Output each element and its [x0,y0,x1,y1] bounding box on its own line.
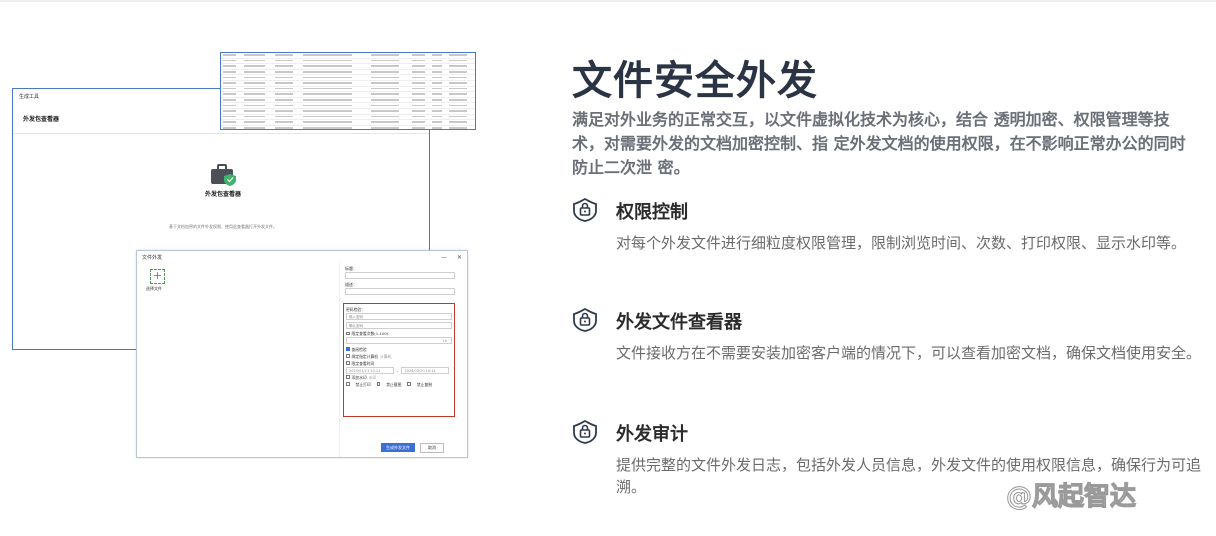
generate-file-button[interactable]: 生成外发文件 [381,443,415,452]
permission-panel: 密码检验： 输入密码 确认密码 限定查看次数(1-100) 10 查阅检验 绑定… [343,303,455,417]
send-dialog-title: 文件外发 [142,254,163,261]
page-title: 文件安全外发 [572,58,818,104]
table-row [221,108,475,115]
shield-lock-icon [572,307,598,332]
table-row [221,86,475,93]
table-row [221,63,475,70]
table-row [221,97,475,104]
no-screenshot-label: 禁止截图 [386,381,402,387]
shield-lock-icon [572,197,598,222]
start-time-input[interactable]: 2024/01/11 10:11 [346,366,394,374]
feature-desc: 对每个外发文件进行细粒度权限管理，限制浏览时间、次数、打印权限、显示水印等。 [616,234,1187,252]
check-after-open-checkbox[interactable] [346,347,350,351]
pwd-check-label: 密码检验： [346,307,365,312]
send-dialog: 文件外发 — ✕ + 选择文件 标题： 描述： 密码检验： 输入密码 确认密码 限… [136,250,468,458]
table-row [221,102,475,109]
no-print-checkbox[interactable] [346,382,350,386]
watermark: @风起智达 [1005,476,1137,513]
table-row [221,69,475,76]
check-after-open-label: 查阅检验 [351,346,367,352]
feature-title: 权限控制 [616,202,688,223]
views-count-input[interactable]: 10 [346,337,452,344]
feature-title: 外发审计 [616,424,688,445]
select-file-label: 选择文件 [146,286,162,291]
plus-icon: + [152,269,163,282]
table-row [221,80,475,87]
machine-hint: 计算机 [380,353,392,359]
desc-input[interactable] [345,288,455,295]
title-input[interactable] [345,272,455,279]
table-row [221,125,475,129]
no-print-label: 禁止打印 [355,381,371,387]
briefcase-shield-icon [208,163,238,191]
shield-lock-icon [572,419,598,444]
range-separator: - [397,367,399,373]
page-intro: 满足对外业务的正常交互，以文件虚拟化技术为核心，结合 透明加密、权限管理等技术，… [572,110,1186,177]
watermark-label: 添加水印 [351,374,367,380]
title-label: 标题： [345,266,357,271]
table-row [221,119,475,126]
table-row [221,114,475,121]
close-icon[interactable]: ✕ [457,254,462,261]
minimize-icon[interactable]: — [441,254,447,261]
bind-machine-label: 绑定指定计算机 [351,353,379,359]
send-dialog-titlebar: 文件外发 — ✕ [137,251,467,263]
table-row [221,58,475,65]
end-time-input[interactable]: 2024/03/20 10:11 [401,366,450,374]
tool-center-desc: 基于文档加密的文件外发权限、使用此查看器打开外发文件。 [169,224,277,229]
no-copy-checkbox[interactable] [407,382,411,386]
add-file-button[interactable]: + [150,269,165,284]
tool-center-title: 外发包查看器 [204,191,241,198]
no-screenshot-checkbox[interactable] [376,382,381,386]
feature-title: 外发文件查看器 [616,312,742,333]
table-row [221,91,475,98]
table-row [221,53,475,59]
dialog-buttons: 生成外发文件 取消 [381,443,444,453]
log-table [221,53,475,129]
watermark-hint: 水印 [368,374,377,380]
send-form: 标题： 描述： [345,265,455,297]
cancel-button[interactable]: 取消 [420,443,444,453]
top-divider [0,0,1216,2]
limit-time-checkbox[interactable] [346,361,350,365]
limit-views-label: 限定查看次数(1-100) [351,331,389,336]
feature-desc: 文件接收方在不需要安装加密客户端的情况下，可以查看加密文档，确保文档使用安全。 [616,344,1202,362]
limit-views-checkbox[interactable] [346,331,350,336]
bind-machine-checkbox[interactable] [346,354,350,358]
password-input[interactable]: 输入密码 [346,313,452,320]
desc-label: 描述： [345,282,357,287]
table-row [221,74,475,81]
limit-time-label: 限定查看时间 [351,360,375,366]
dialog-divider [339,263,340,457]
password-confirm-input[interactable]: 确认密码 [346,321,452,329]
watermark-checkbox[interactable] [346,375,350,379]
watermark-text: @风起智达 [1005,482,1137,513]
no-copy-label: 禁止复制 [416,381,433,387]
log-table-window [220,52,476,130]
